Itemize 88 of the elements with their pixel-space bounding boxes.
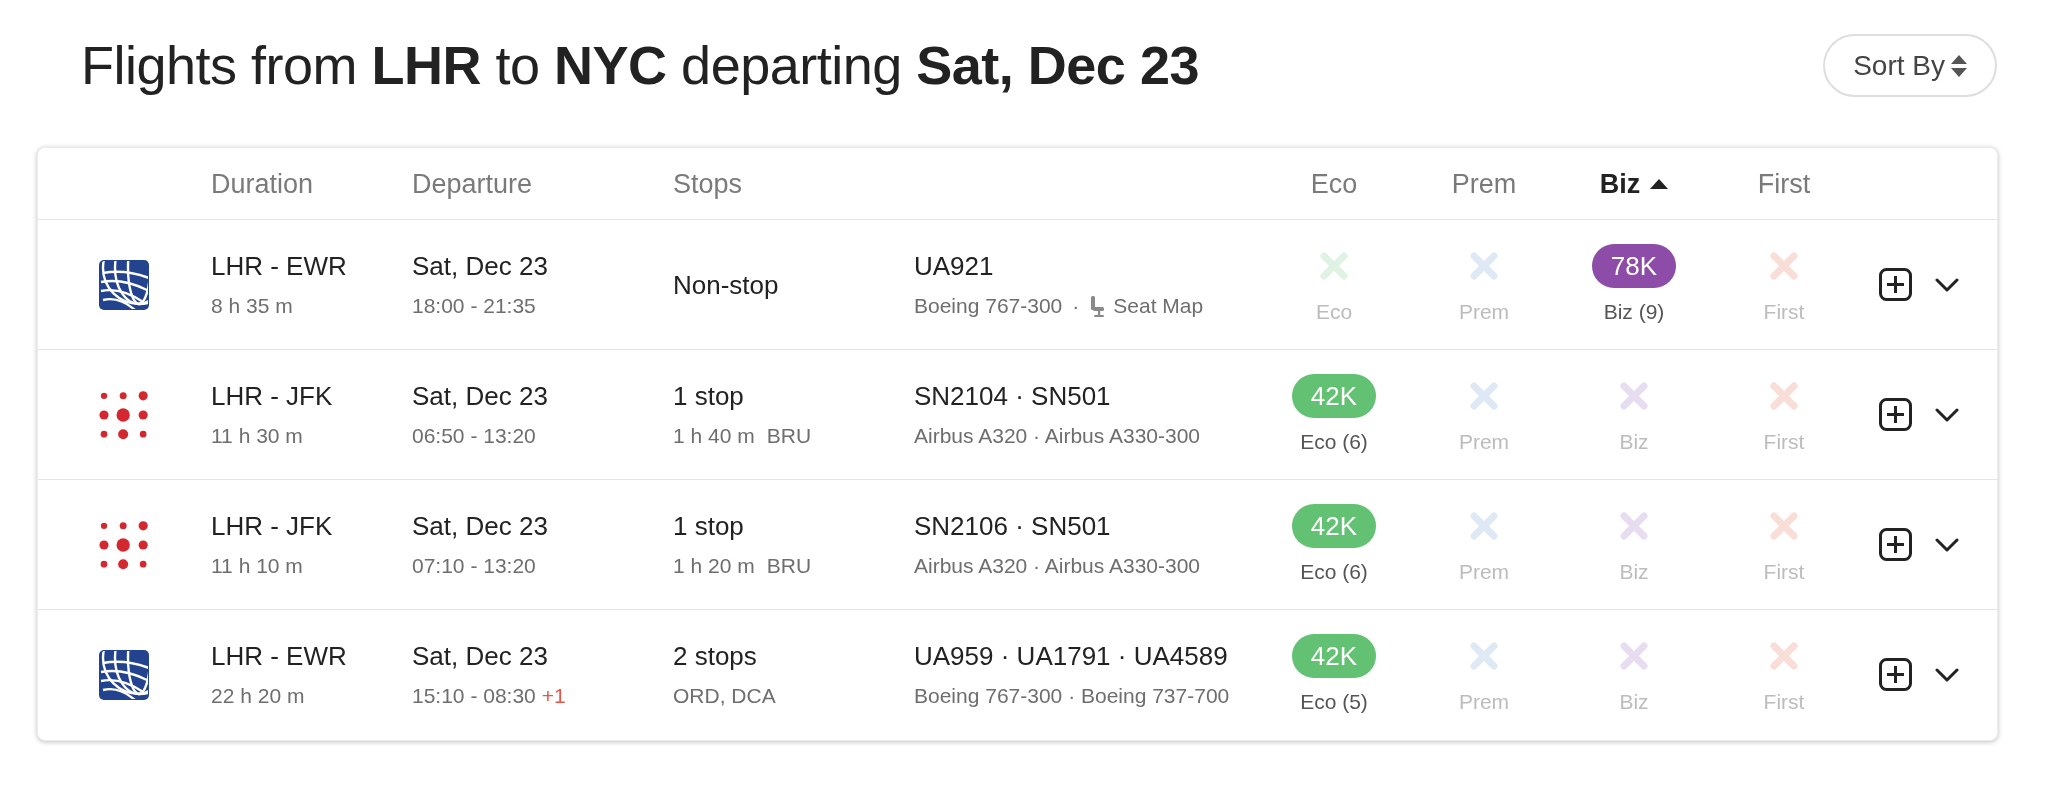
separator-dot: · bbox=[1072, 293, 1080, 319]
date-text: Sat, Dec 23 bbox=[412, 510, 548, 542]
column-header[interactable]: Prem bbox=[1451, 167, 1517, 200]
fare-class-label: Eco (6) bbox=[1300, 429, 1368, 455]
plus-square-icon bbox=[1879, 528, 1912, 561]
fare-class-label: Eco (6) bbox=[1300, 559, 1368, 585]
time-range-text: 15:10 - 08:30 bbox=[412, 683, 536, 709]
column-header[interactable]: Stops bbox=[673, 167, 743, 200]
time-range-text: 06:50 - 13:20 bbox=[412, 423, 536, 449]
fare-class-label: Eco (5) bbox=[1300, 689, 1368, 715]
globe-logo-icon bbox=[99, 259, 149, 310]
fare-class-label: First bbox=[1763, 429, 1805, 455]
price-pill[interactable]: 78K bbox=[1591, 244, 1677, 288]
duration-text: 11 h 10 m bbox=[211, 553, 303, 579]
fare-class-label: Prem bbox=[1458, 299, 1510, 325]
route-text: LHR - EWR bbox=[211, 250, 347, 282]
chevron-down-icon bbox=[1935, 407, 1959, 422]
route-text: LHR - EWR bbox=[211, 640, 347, 672]
fare-class-label: First bbox=[1763, 299, 1805, 325]
dots-logo-icon bbox=[99, 389, 149, 440]
aircraft-text: Airbus A320 · Airbus A330-300 bbox=[914, 553, 1201, 579]
dots-logo-icon bbox=[99, 519, 149, 570]
fare-class-label: Prem bbox=[1458, 689, 1510, 715]
add-button[interactable] bbox=[1879, 658, 1912, 691]
caret-up-icon bbox=[1650, 178, 1669, 189]
column-header[interactable]: Eco bbox=[1310, 167, 1358, 200]
fare-class-label: Prem bbox=[1458, 429, 1510, 455]
layover-airports-text: BRU bbox=[766, 553, 812, 579]
column-header[interactable]: Biz bbox=[1599, 167, 1669, 200]
route-text: LHR - JFK bbox=[211, 510, 333, 542]
time-range-text: 18:00 - 21:35 bbox=[412, 293, 536, 319]
flight-numbers-text: SN2104 · SN501 bbox=[914, 380, 1111, 412]
layover-airports-text: BRU bbox=[766, 423, 812, 449]
expand-button[interactable] bbox=[1935, 407, 1959, 422]
add-button[interactable] bbox=[1879, 268, 1912, 301]
expand-button[interactable] bbox=[1935, 667, 1959, 682]
fare-class-label: Biz bbox=[1619, 689, 1649, 715]
sort-icon bbox=[1951, 54, 1967, 77]
duration-text: 8 h 35 m bbox=[211, 293, 293, 319]
duration-text: 11 h 30 m bbox=[211, 423, 303, 449]
layover-duration-text: 1 h 40 m bbox=[673, 423, 755, 449]
column-header[interactable]: Duration bbox=[211, 167, 314, 200]
chevron-down-icon bbox=[1935, 277, 1959, 292]
fare-class-label: Eco bbox=[1315, 299, 1353, 325]
date-text: Sat, Dec 23 bbox=[412, 380, 548, 412]
layover-duration-text: 1 h 20 m bbox=[673, 553, 755, 579]
stops-text: 2 stops bbox=[673, 640, 757, 672]
chevron-down-icon bbox=[1935, 667, 1959, 682]
plus-square-icon bbox=[1879, 658, 1912, 691]
page-title: Flights from LHR to NYC departing Sat, Dec 23 bbox=[81, 34, 1199, 97]
fare-class-label: Biz bbox=[1619, 559, 1649, 585]
fare-class-label: Biz bbox=[1619, 429, 1649, 455]
column-header[interactable]: First bbox=[1757, 167, 1811, 200]
fare-class-label: First bbox=[1763, 689, 1805, 715]
flight-numbers-text: SN2106 · SN501 bbox=[914, 510, 1111, 542]
route-text: LHR - JFK bbox=[211, 380, 333, 412]
column-header[interactable]: Departure bbox=[412, 167, 533, 200]
flight-numbers-text: UA959 · UA1791 · UA4589 bbox=[914, 640, 1228, 672]
sort-button[interactable]: Sort By bbox=[1823, 34, 1997, 97]
fare-class-label: Prem bbox=[1458, 559, 1510, 585]
date-text: Sat, Dec 23 bbox=[412, 640, 548, 672]
stops-text: 1 stop bbox=[673, 510, 744, 542]
expand-button[interactable] bbox=[1935, 277, 1959, 292]
price-pill[interactable]: 42K bbox=[1291, 634, 1377, 678]
fare-class-label: First bbox=[1763, 559, 1805, 585]
add-button[interactable] bbox=[1879, 528, 1912, 561]
aircraft-text: Airbus A320 · Airbus A330-300 bbox=[914, 423, 1201, 449]
plus-square-icon bbox=[1879, 398, 1912, 431]
price-pill[interactable]: 42K bbox=[1291, 374, 1377, 418]
stops-text: Non-stop bbox=[673, 268, 779, 301]
duration-text: 22 h 20 m bbox=[211, 683, 305, 709]
seat-icon bbox=[1089, 295, 1107, 317]
layover-airports-text: ORD, DCA bbox=[673, 683, 776, 709]
chevron-down-icon bbox=[1935, 537, 1959, 552]
aircraft-text: Boeing 767-300 bbox=[914, 293, 1063, 319]
time-range-text: 07:10 - 13:20 bbox=[412, 553, 536, 579]
aircraft-text: Boeing 767-300 · Boeing 737-700 bbox=[914, 683, 1230, 709]
globe-logo-icon bbox=[99, 649, 149, 700]
day-offset-text: +1 bbox=[541, 683, 566, 709]
add-button[interactable] bbox=[1879, 398, 1912, 431]
date-text: Sat, Dec 23 bbox=[412, 250, 548, 282]
stops-text: 1 stop bbox=[673, 380, 744, 412]
seat-map-link[interactable]: Seat Map bbox=[1089, 293, 1204, 319]
flight-numbers-text: UA921 bbox=[914, 250, 994, 282]
plus-square-icon bbox=[1879, 268, 1912, 301]
fare-class-label: Biz (9) bbox=[1603, 299, 1665, 325]
expand-button[interactable] bbox=[1935, 537, 1959, 552]
price-pill[interactable]: 42K bbox=[1291, 504, 1377, 548]
